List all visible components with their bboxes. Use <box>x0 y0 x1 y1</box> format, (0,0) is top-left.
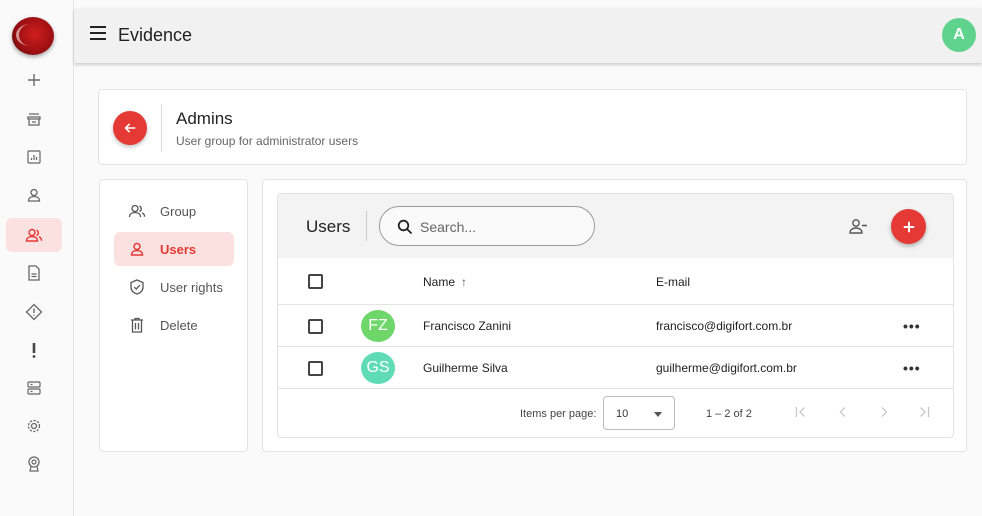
avatar: GS <box>361 352 395 384</box>
select-all-checkbox[interactable] <box>308 274 323 289</box>
more-options-icon[interactable]: ••• <box>903 360 921 376</box>
top-bar: Evidence A <box>74 8 982 63</box>
caret-down-icon <box>654 412 662 417</box>
column-header-name[interactable]: Name ↑ <box>423 275 467 289</box>
user-avatar[interactable]: A <box>942 18 976 52</box>
shield-icon <box>130 279 144 295</box>
user-name: Francisco Zanini <box>423 319 512 333</box>
divider <box>161 104 162 152</box>
side-item-label: Users <box>160 241 197 257</box>
archive-icon[interactable] <box>6 102 62 136</box>
plus-icon[interactable] <box>6 63 62 97</box>
users-table-panel: Users Name↑ E-mail FZ Francis <box>277 193 954 438</box>
page-size-value: 10 <box>616 408 629 420</box>
column-header-label: Name <box>423 275 456 289</box>
user-name: Guilherme Silva <box>423 361 508 375</box>
divider <box>366 211 367 241</box>
avatar: FZ <box>361 310 395 342</box>
remove-user-icon[interactable] <box>848 216 868 236</box>
left-rail <box>0 0 74 516</box>
app-title: Evidence <box>118 25 193 45</box>
first-page-icon[interactable] <box>793 404 809 420</box>
badge-icon[interactable] <box>6 447 62 481</box>
paginator: Items per page: 10 1 – 2 of 2 <box>278 390 953 437</box>
page-subtitle: User group for administrator users <box>176 134 359 148</box>
users-toolbar: Users <box>278 194 953 258</box>
table-row[interactable]: GS Guilherme Silva guilherme@digifort.co… <box>278 347 953 389</box>
users-icon <box>128 204 146 218</box>
side-item-delete[interactable]: Delete <box>114 308 234 342</box>
gear-icon[interactable] <box>6 409 62 443</box>
sort-ascending-icon: ↑ <box>461 275 468 289</box>
report-icon[interactable] <box>6 140 62 174</box>
page-title: Admins <box>176 109 233 128</box>
last-page-icon[interactable] <box>916 404 932 420</box>
users-title: Users <box>306 217 351 236</box>
back-button[interactable] <box>113 111 147 145</box>
arrow-left-icon <box>124 123 136 133</box>
side-item-group[interactable]: Group <box>114 194 234 228</box>
plus-icon <box>903 221 914 232</box>
user-email: francisco@digifort.com.br <box>656 319 793 333</box>
server-icon[interactable] <box>6 371 62 405</box>
trash-icon <box>131 317 143 333</box>
exclamation-icon[interactable] <box>6 333 62 367</box>
user-icon[interactable] <box>6 178 62 212</box>
side-item-label: Delete <box>160 317 198 333</box>
side-item-label: Group <box>160 203 197 219</box>
side-item-label: User rights <box>160 279 223 295</box>
user-group-icon[interactable] <box>6 218 62 252</box>
previous-page-icon[interactable] <box>835 404 851 420</box>
group-side-menu: Group Users User rights Delete <box>99 179 248 452</box>
user-icon <box>130 242 144 256</box>
items-per-page-select[interactable]: 10 <box>603 396 675 430</box>
group-header-card: Admins User group for administrator user… <box>98 89 967 165</box>
warning-diamond-icon[interactable] <box>6 295 62 329</box>
more-options-icon[interactable]: ••• <box>903 318 921 334</box>
document-icon[interactable] <box>6 256 62 290</box>
search-icon <box>397 219 413 235</box>
search-box <box>379 206 595 246</box>
side-item-users[interactable]: Users <box>114 232 234 266</box>
next-page-icon[interactable] <box>876 404 892 420</box>
hamburger-menu-icon[interactable] <box>90 26 106 42</box>
items-per-page-label: Items per page: <box>520 408 597 420</box>
side-item-user-rights[interactable]: User rights <box>114 270 234 304</box>
page-range-label: 1 – 2 of 2 <box>706 408 752 420</box>
table-row[interactable]: FZ Francisco Zanini francisco@digifort.c… <box>278 305 953 347</box>
table-header-row: Name ↑ E-mail <box>278 258 953 305</box>
logo[interactable] <box>12 17 54 55</box>
search-input[interactable] <box>420 216 580 238</box>
user-email: guilherme@digifort.com.br <box>656 361 797 375</box>
users-card: Users Name↑ E-mail FZ Francis <box>262 179 967 452</box>
row-checkbox[interactable] <box>308 361 323 376</box>
add-user-button[interactable] <box>891 209 926 244</box>
row-checkbox[interactable] <box>308 319 323 334</box>
column-header-email[interactable]: E-mail <box>656 275 690 289</box>
